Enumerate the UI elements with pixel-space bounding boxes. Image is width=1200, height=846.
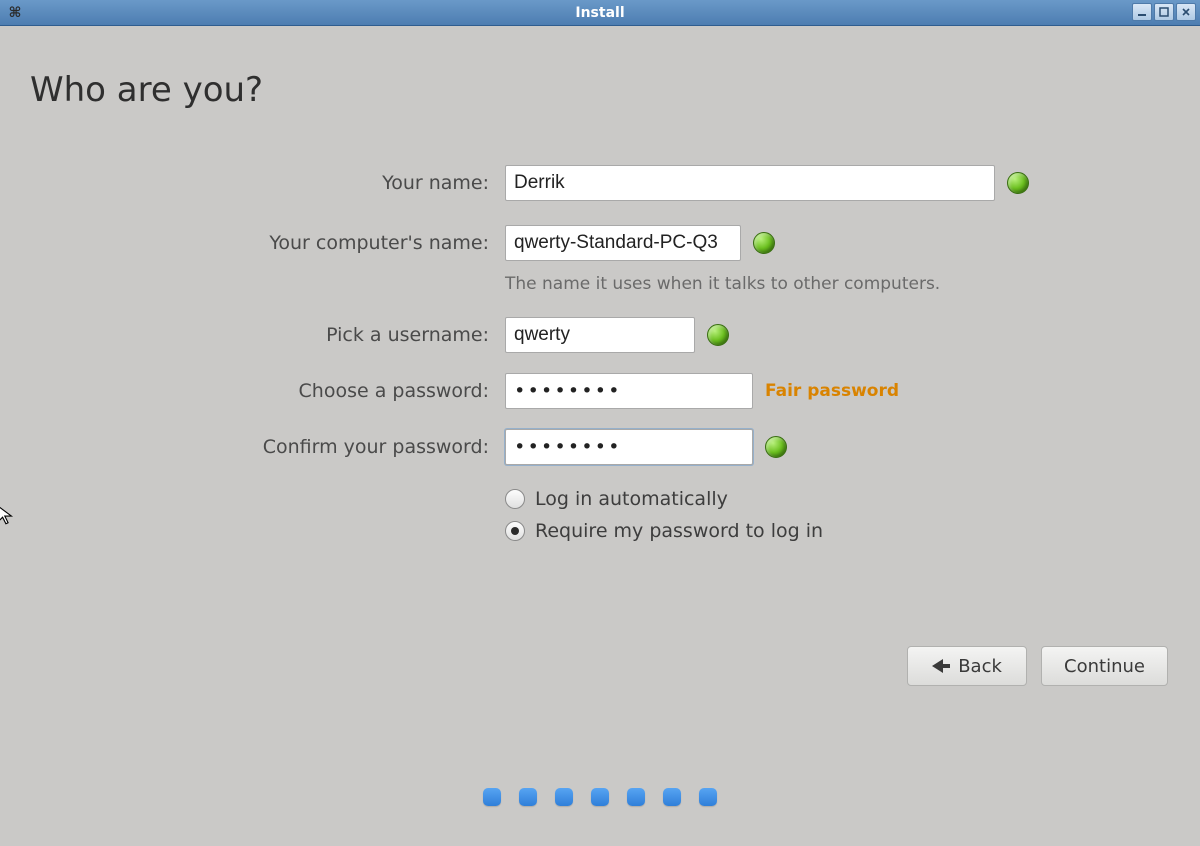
progress-dot <box>699 788 717 806</box>
window-minimize-button[interactable] <box>1132 3 1152 21</box>
progress-dot <box>663 788 681 806</box>
progress-dot <box>483 788 501 806</box>
progress-dot <box>555 788 573 806</box>
computer-name-input[interactable] <box>505 225 741 261</box>
mouse-cursor-icon <box>0 504 18 526</box>
your-name-input[interactable] <box>505 165 995 201</box>
require-password-radio[interactable] <box>505 521 525 541</box>
your-name-label: Your name: <box>30 172 495 194</box>
computer-name-label: Your computer's name: <box>30 232 495 254</box>
page-title: Who are you? <box>30 70 1170 110</box>
check-icon <box>1007 172 1029 194</box>
password-input[interactable] <box>505 373 753 409</box>
check-icon <box>707 324 729 346</box>
back-button[interactable]: Back <box>907 646 1027 686</box>
confirm-password-input[interactable] <box>505 429 753 465</box>
require-password-label: Require my password to log in <box>535 520 823 542</box>
login-automatically-label: Log in automatically <box>535 488 728 510</box>
password-strength-label: Fair password <box>765 381 899 401</box>
confirm-password-label: Confirm your password: <box>30 436 495 458</box>
arrow-left-icon <box>932 659 950 673</box>
progress-dot <box>591 788 609 806</box>
back-button-label: Back <box>958 656 1002 677</box>
app-icon: ⌘ <box>6 4 24 22</box>
computer-name-hint: The name it uses when it talks to other … <box>505 274 1170 294</box>
continue-button-label: Continue <box>1064 656 1145 677</box>
window-maximize-button[interactable] <box>1154 3 1174 21</box>
progress-dot <box>519 788 537 806</box>
check-icon <box>765 436 787 458</box>
continue-button[interactable]: Continue <box>1041 646 1168 686</box>
username-input[interactable] <box>505 317 695 353</box>
progress-dot <box>627 788 645 806</box>
window-title: Install <box>575 5 624 21</box>
check-icon <box>753 232 775 254</box>
username-label: Pick a username: <box>30 324 495 346</box>
window-close-button[interactable] <box>1176 3 1196 21</box>
password-label: Choose a password: <box>30 380 495 402</box>
progress-indicator <box>483 788 717 806</box>
login-automatically-radio[interactable] <box>505 489 525 509</box>
user-details-form: Your name: Your computer's name: The nam… <box>30 160 1170 542</box>
window-titlebar: ⌘ Install <box>0 0 1200 26</box>
